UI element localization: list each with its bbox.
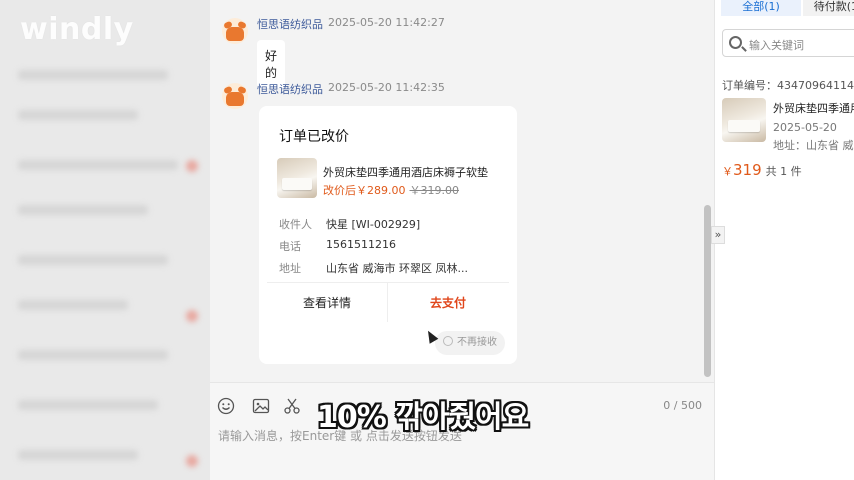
blurred-row: [18, 255, 168, 265]
order-price-change-card: 订单已改价 外贸床垫四季通用酒店床褥子软垫 改价后￥289.00 ￥319.00 …: [259, 106, 517, 364]
scissors-icon[interactable]: [283, 397, 301, 415]
product-price: 改价后￥289.00 ￥319.00: [323, 182, 459, 198]
original-price: ￥319.00: [409, 184, 460, 197]
search-placeholder: 输入关键词: [749, 39, 804, 52]
order-number: 订单编号：4347096411444: [722, 79, 854, 92]
go-pay-button[interactable]: 去支付: [388, 283, 508, 323]
message-sender: 恒思语纺织品: [257, 83, 323, 96]
phone-label: 电话: [279, 240, 301, 253]
conversation-list-panel: windly: [0, 0, 210, 480]
order-total: ￥319 共 1 件: [722, 161, 802, 179]
order-count: 共 1 件: [765, 165, 802, 178]
collapse-panel-button[interactable]: »: [711, 226, 725, 244]
changed-price: 改价后￥289.00: [323, 184, 406, 197]
message-sender: 恒思语纺织品: [257, 18, 323, 31]
emoji-icon[interactable]: [217, 397, 235, 415]
order-product-image[interactable]: [722, 98, 766, 142]
blurred-row: [18, 160, 178, 170]
no-receive-label: 不再接收: [457, 337, 497, 348]
message-time: 2025-05-20 11:42:27: [328, 16, 445, 29]
close-circle-icon: [443, 336, 453, 346]
blurred-row: [18, 400, 158, 410]
address-value: 山东省 威海市 环翠区 凤林...: [326, 262, 468, 275]
order-date: 2025-05-20: [773, 121, 837, 134]
product-name[interactable]: 外贸床垫四季通用酒店床褥子软垫: [323, 164, 488, 180]
card-title: 订单已改价: [279, 129, 349, 145]
chat-message-area: 恒思语纺织品 2025-05-20 11:42:27 好的 恒思语纺织品 202…: [210, 0, 714, 382]
blurred-badge: [186, 160, 198, 172]
recipient-label: 收件人: [279, 218, 312, 231]
watermark-logo: windly: [20, 12, 134, 47]
chat-scrollbar[interactable]: [704, 205, 711, 377]
product-image[interactable]: [277, 158, 317, 198]
order-side-panel: 全部(1) 待付款(1) 输入关键词 订单编号：4347096411444 外贸…: [714, 0, 854, 480]
blurred-badge: [186, 310, 198, 322]
blurred-row: [18, 300, 128, 310]
image-icon[interactable]: [252, 397, 270, 415]
currency-symbol: ￥: [722, 165, 733, 178]
no-longer-receive-button[interactable]: 不再接收: [435, 331, 505, 355]
blurred-row: [18, 70, 168, 80]
search-icon: [729, 36, 742, 49]
seller-avatar[interactable]: [222, 18, 248, 44]
blurred-badge: [186, 455, 198, 467]
blurred-row: [18, 205, 148, 215]
video-subtitle: 10% 깎아줬어요: [317, 400, 529, 435]
order-search-input[interactable]: 输入关键词: [722, 29, 854, 57]
blurred-row: [18, 450, 138, 460]
blurred-row: [18, 110, 138, 120]
order-product-name[interactable]: 外贸床垫四季通用: [773, 100, 854, 116]
order-price: 319: [733, 161, 762, 179]
blurred-row: [18, 350, 168, 360]
message-time: 2025-05-20 11:42:35: [328, 81, 445, 94]
view-details-button[interactable]: 查看详情: [267, 283, 387, 323]
order-address: 地址：山东省 威海: [773, 139, 854, 152]
address-label: 地址: [279, 262, 301, 275]
seller-avatar[interactable]: [222, 83, 248, 109]
phone-value: 1561511216: [326, 238, 396, 251]
recipient-value: 快星 [WI-002929]: [326, 218, 421, 231]
tab-all[interactable]: 全部(1): [721, 0, 801, 16]
char-counter: 0 / 500: [663, 399, 702, 412]
tab-unpaid[interactable]: 待付款(1): [803, 0, 854, 16]
